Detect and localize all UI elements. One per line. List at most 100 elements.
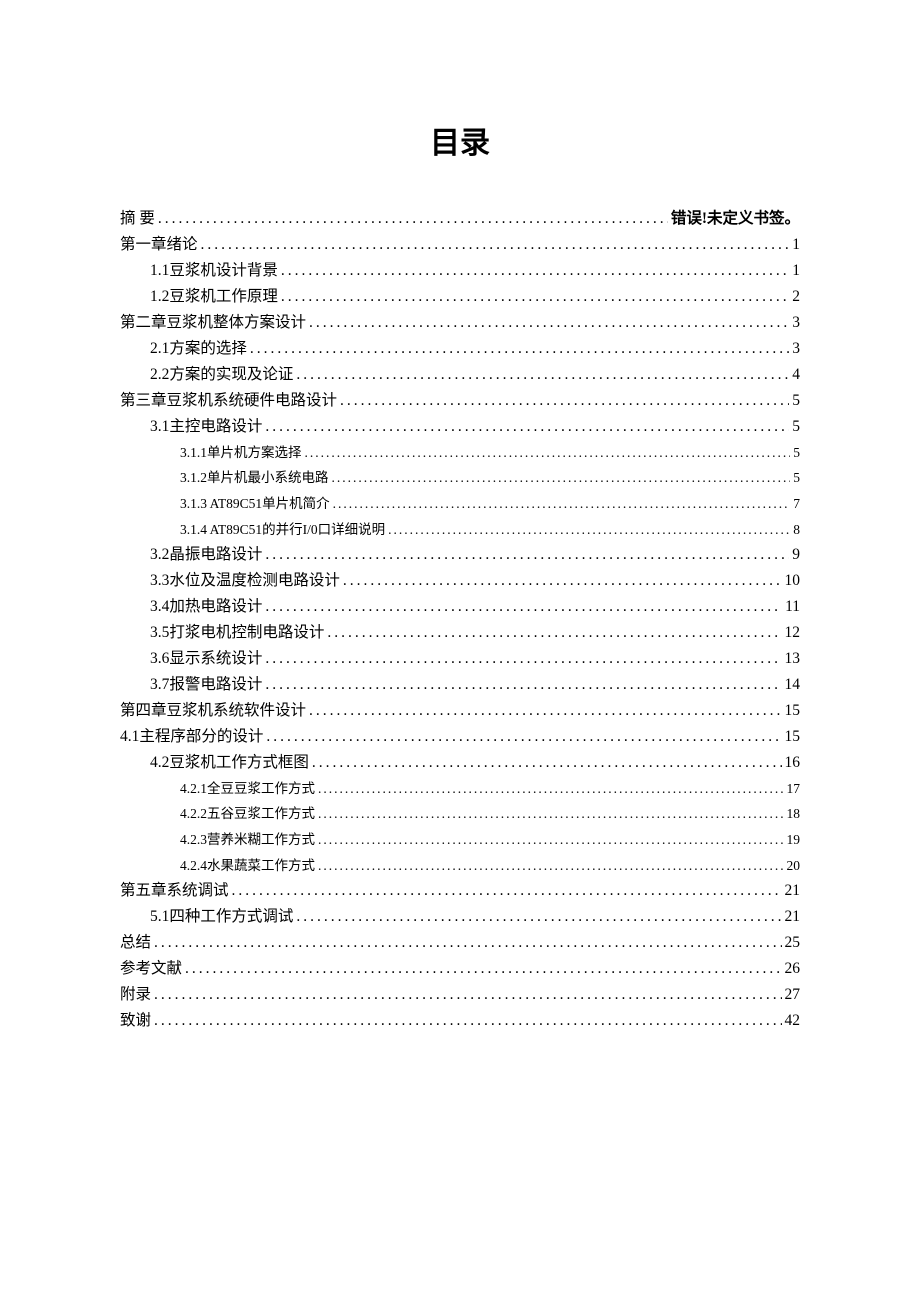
toc-entry-title: 2.2方案的实现及论证: [150, 362, 293, 388]
toc-entry: 3.6显示系统设计 13: [150, 646, 800, 672]
page-title: 目录: [120, 118, 800, 162]
toc-leader-dots: [281, 258, 789, 284]
toc-entry-page: 5: [792, 388, 800, 414]
toc-entry: 附录27: [120, 982, 800, 1008]
toc-entry: 摘 要 错误!未定义书签。: [120, 206, 800, 232]
toc-entry: 2.2方案的实现及论证 4: [150, 362, 800, 388]
toc-leader-dots: [232, 878, 782, 904]
toc-entry-title: 第二章豆浆机整体方案设计: [120, 310, 306, 336]
toc-entry-title: 3.1主控电路设计: [150, 414, 262, 440]
toc-entry-page: 18: [787, 801, 801, 827]
toc-entry-title: 4.2.3营养米糊工作方式: [180, 827, 315, 853]
toc-entry-title: 第三章豆浆机系统硬件电路设计: [120, 388, 337, 414]
toc-entry: 4.2豆浆机工作方式框图 16: [150, 750, 800, 776]
toc-entry: 3.5打浆电机控制电路设计12: [150, 620, 800, 646]
toc-entry-title: 4.2.1全豆豆浆工作方式: [180, 776, 315, 802]
toc-leader-dots: [312, 750, 782, 776]
toc-entry-page: 5: [793, 465, 800, 491]
toc-entry-page: 16: [785, 750, 801, 776]
toc-entry: 3.7报警电路设计 14: [150, 672, 800, 698]
toc-entry: 第三章豆浆机系统硬件电路设计 5: [120, 388, 800, 414]
toc-entry-page: 4: [792, 362, 800, 388]
toc-entry: 1.2豆浆机工作原理2: [150, 284, 800, 310]
toc-entry-page: 1: [792, 232, 800, 258]
toc-entry-title: 3.1.2单片机最小系统电路: [180, 465, 329, 491]
toc-leader-dots: [154, 1008, 781, 1034]
toc-entry: 3.1.1单片机方案选择5: [180, 440, 800, 466]
toc-leader-dots: [265, 542, 789, 568]
toc-entry-title: 总结: [120, 930, 151, 956]
toc-leader-dots: [296, 904, 781, 930]
toc-entry-title: 附录: [120, 982, 151, 1008]
toc-entry-page: 8: [793, 517, 800, 543]
toc-entry-title: 3.7报警电路设计: [150, 672, 262, 698]
toc-entry-title: 第一章绪论: [120, 232, 198, 258]
toc-entry: 3.1.3 AT89C51单片机简介 7: [180, 491, 800, 517]
toc-entry: 4.1主程序部分的设计15: [120, 724, 800, 750]
toc-entry-title: 1.2豆浆机工作原理: [150, 284, 278, 310]
toc-entry: 5.1四种工作方式调试21: [150, 904, 800, 930]
toc-leader-dots: [318, 853, 784, 879]
toc-entry-title: 3.1.3 AT89C51单片机简介: [180, 491, 330, 517]
toc-entry-page: 1: [792, 258, 800, 284]
toc-entry: 致谢 42: [120, 1008, 800, 1034]
toc-entry: 4.2.4水果蔬菜工作方式20: [180, 853, 800, 879]
toc-entry-page: 26: [785, 956, 801, 982]
toc-entry: 第五章系统调试21: [120, 878, 800, 904]
toc-entry: 3.3水位及温度检测电路设计10: [150, 568, 800, 594]
toc-leader-dots: [265, 594, 782, 620]
toc-leader-dots: [250, 336, 789, 362]
toc-leader-dots: [333, 491, 791, 517]
toc-entry-page: 13: [785, 646, 801, 672]
toc-leader-dots: [265, 646, 781, 672]
toc-entry: 3.2晶振电路设计 9: [150, 542, 800, 568]
toc-leader-dots: [340, 388, 789, 414]
toc-leader-dots: [318, 827, 784, 853]
toc-entry: 总结25: [120, 930, 800, 956]
toc-entry: 3.1.4 AT89C51的并行I/0口详细说明 8: [180, 517, 800, 543]
toc-entry-title: 摘 要: [120, 206, 155, 232]
toc-entry-title: 致谢: [120, 1008, 151, 1034]
toc-entry-page: 42: [785, 1008, 801, 1034]
toc-entry: 3.1.2单片机最小系统电路 5: [180, 465, 800, 491]
toc-leader-dots: [332, 465, 791, 491]
toc-entry-page: 12: [785, 620, 801, 646]
toc-leader-dots: [309, 698, 781, 724]
toc-entry-title: 3.1.4 AT89C51的并行I/0口详细说明: [180, 517, 385, 543]
toc-entry-page: 21: [785, 904, 801, 930]
toc-entry-page: 9: [792, 542, 800, 568]
toc-entry: 第四章豆浆机系统软件设计15: [120, 698, 800, 724]
toc-entry-page: 19: [787, 827, 801, 853]
toc-entry-title: 2.1方案的选择: [150, 336, 247, 362]
toc-entry: 3.1主控电路设计 5: [150, 414, 800, 440]
toc-entry-page: 5: [793, 440, 800, 466]
toc-leader-dots: [318, 776, 784, 802]
toc-leader-dots: [158, 206, 668, 232]
toc-leader-dots: [154, 982, 781, 1008]
toc-entry: 4.2.3营养米糊工作方式 19: [180, 827, 800, 853]
toc-entry-page: 17: [787, 776, 801, 802]
toc-entry-page: 错误!未定义书签。: [671, 206, 800, 232]
toc-entry-page: 20: [787, 853, 801, 879]
toc-entry-page: 5: [792, 414, 800, 440]
toc-entry-title: 1.1豆浆机设计背景: [150, 258, 278, 284]
toc-entry-title: 4.2豆浆机工作方式框图: [150, 750, 309, 776]
toc-entry-page: 7: [793, 491, 800, 517]
toc-entry: 第一章绪论 1: [120, 232, 800, 258]
toc-leader-dots: [201, 232, 790, 258]
document-page: 目录 摘 要错误!未定义书签。第一章绪论11.1豆浆机设计背景11.2豆浆机工作…: [0, 0, 920, 1094]
toc-entry-page: 15: [785, 724, 801, 750]
toc-entry-title: 第五章系统调试: [120, 878, 229, 904]
toc-entry-title: 3.4加热电路设计: [150, 594, 262, 620]
toc-entry-title: 3.2晶振电路设计: [150, 542, 262, 568]
toc-entry-page: 14: [785, 672, 801, 698]
toc-leader-dots: [305, 440, 791, 466]
toc-entry: 4.2.1全豆豆浆工作方式 17: [180, 776, 800, 802]
toc-leader-dots: [309, 310, 789, 336]
toc-leader-dots: [343, 568, 782, 594]
toc-entry: 2.1方案的选择3: [150, 336, 800, 362]
toc-leader-dots: [388, 517, 790, 543]
toc-leader-dots: [327, 620, 781, 646]
toc-entry: 参考文献26: [120, 956, 800, 982]
toc-entry-title: 3.6显示系统设计: [150, 646, 262, 672]
